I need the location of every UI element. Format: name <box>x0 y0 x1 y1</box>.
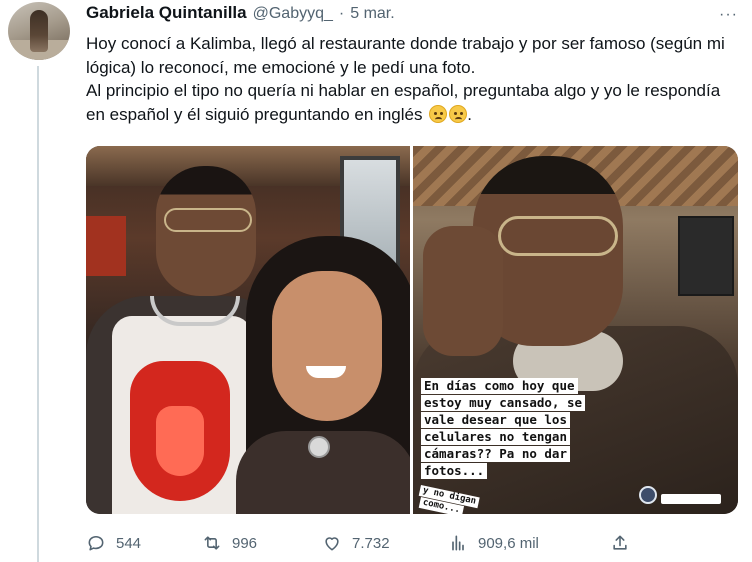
tweet-header: Gabriela Quintanilla @Gabyyq_ · 5 mar. <box>86 3 395 25</box>
media-grid: En días como hoy que estoy muy cansado, … <box>86 146 738 514</box>
like-count: 7.732 <box>352 534 390 552</box>
more-options-icon[interactable]: ··· <box>719 6 738 24</box>
reply-count: 544 <box>116 534 142 552</box>
views-count: 909,6 mil <box>478 534 539 552</box>
retweet-count: 996 <box>232 534 258 552</box>
tweet-text: Hoy conocí a Kalimba, llegó al restauran… <box>86 32 736 126</box>
avatar[interactable] <box>8 2 70 60</box>
man-glasses <box>164 208 252 232</box>
heart-icon <box>322 533 342 553</box>
caption-line: En días como hoy que <box>421 378 578 394</box>
tweet-date[interactable]: 5 mar. <box>350 5 394 23</box>
caption-line: fotos... <box>421 463 488 479</box>
man-hand <box>423 226 503 356</box>
caption-line: vale desear que los <box>421 412 570 428</box>
analytics-icon <box>448 533 468 553</box>
photo-left[interactable] <box>86 146 410 514</box>
retweet-button[interactable]: 996 <box>202 533 257 553</box>
frown-emoji-icon <box>429 104 448 123</box>
woman-smile <box>306 366 346 378</box>
name-badge <box>308 436 330 458</box>
share-button[interactable] <box>610 533 630 553</box>
header-separator: · <box>338 5 345 22</box>
caption-line: estoy muy cansado, se <box>421 395 586 411</box>
frown-emoji-icon <box>449 104 468 123</box>
story-caption: En días como hoy que estoy muy cansado, … <box>418 378 586 514</box>
woman-face <box>272 271 382 421</box>
avatar-figure <box>30 10 48 52</box>
retweet-icon <box>202 533 222 553</box>
caption-line: celulares no tengan <box>421 429 570 445</box>
reply-icon <box>86 533 106 553</box>
like-button[interactable]: 7.732 <box>322 533 390 553</box>
tweet-paragraph-2-text: Al principio el tipo no quería ni hablar… <box>86 81 721 124</box>
author-handle[interactable]: @Gabyyq_ <box>253 5 333 23</box>
tweet-actions: 544 996 7.732 909,6 mil <box>86 530 646 556</box>
story-bar <box>661 494 721 504</box>
tweet-paragraph-2: Al principio el tipo no quería ni hablar… <box>86 79 736 126</box>
photo-screen <box>678 216 734 296</box>
story-logo-icon <box>639 486 657 504</box>
share-icon <box>610 533 630 553</box>
thread-line <box>37 66 39 562</box>
photo-right[interactable]: En días como hoy que estoy muy cansado, … <box>413 146 738 514</box>
photo-sign <box>86 216 126 276</box>
tongue-logo-inner <box>156 406 204 476</box>
tweet-paragraph-1: Hoy conocí a Kalimba, llegó al restauran… <box>86 34 725 77</box>
caption-line: cámaras?? Pa no dar <box>421 446 570 462</box>
man-glasses <box>498 216 618 256</box>
author-name[interactable]: Gabriela Quintanilla <box>86 3 247 23</box>
reply-button[interactable]: 544 <box>86 533 141 553</box>
tweet-paragraph-2-end: . <box>467 104 472 124</box>
views-button[interactable]: 909,6 mil <box>448 533 539 553</box>
